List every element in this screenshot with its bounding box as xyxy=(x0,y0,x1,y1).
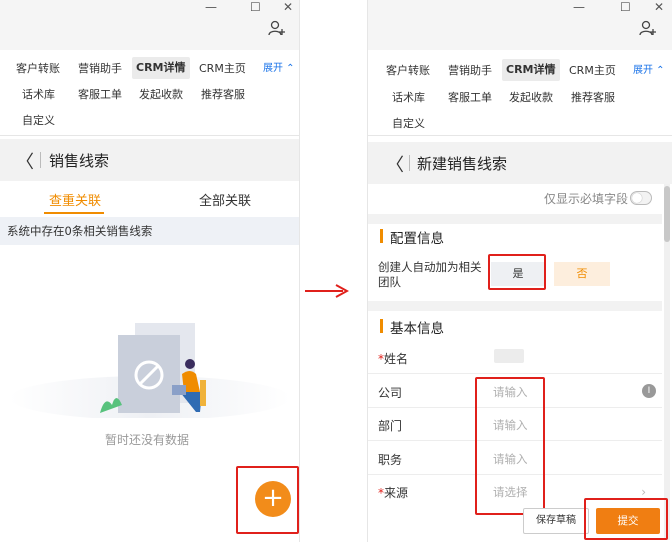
field-label-position: 职务 xyxy=(378,453,403,467)
tab-start-payment[interactable]: 发起收款 xyxy=(505,87,557,109)
toggle-knob xyxy=(632,193,642,203)
close-button[interactable]: ✕ xyxy=(654,0,664,14)
page-header: 〈 新建销售线索 xyxy=(368,142,672,184)
config-section-title: 配置信息 xyxy=(380,227,444,247)
empty-state-text: 暂时还没有数据 xyxy=(105,433,190,447)
nav-tabs: 客户转账 营销助手 CRM详情 CRM主页 展开 ⌃ 话术库 客服工单 发起收款… xyxy=(368,50,672,136)
page-title: 新建销售线索 xyxy=(417,155,508,173)
highlight-box-yes xyxy=(488,254,546,290)
auto-add-team-label-line2: 团队 xyxy=(378,275,401,289)
tab-service-ticket[interactable]: 客服工单 xyxy=(74,84,126,106)
scrollbar-thumb[interactable] xyxy=(664,186,670,242)
page-title: 销售线索 xyxy=(49,152,110,170)
section-gap xyxy=(368,214,662,224)
tab-all-relations[interactable]: 全部关联 xyxy=(199,190,251,209)
tab-custom[interactable]: 自定义 xyxy=(388,113,429,135)
field-label-department: 部门 xyxy=(378,419,403,433)
tab-script-library[interactable]: 话术库 xyxy=(18,84,59,106)
tab-recommend-service[interactable]: 推荐客服 xyxy=(567,87,619,109)
minimize-button[interactable]: — xyxy=(205,0,217,14)
left-panel: — ☐ ✕ 客户转账 营销助手 CRM详情 CRM主页 展开 ⌃ 话术库 客服工… xyxy=(0,0,300,542)
tab-service-ticket[interactable]: 客服工单 xyxy=(444,87,496,109)
tab-crm-detail[interactable]: CRM详情 xyxy=(132,57,190,79)
tab-start-payment[interactable]: 发起收款 xyxy=(135,84,187,106)
required-only-row: 仅显示必填字段 xyxy=(368,184,662,214)
basic-section-title: 基本信息 xyxy=(380,317,444,337)
auto-add-team-label: 创建人自动加为相关 团队 xyxy=(378,260,482,290)
auto-add-team-label-line1: 创建人自动加为相关 xyxy=(378,260,482,274)
header-divider xyxy=(40,152,41,168)
save-draft-button[interactable]: 保存草稿 xyxy=(523,508,589,534)
tab-duplicate-check[interactable]: 查重关联 xyxy=(49,190,101,209)
tab-marketing-assistant[interactable]: 营销助手 xyxy=(74,58,126,80)
row-divider xyxy=(368,373,662,374)
field-label-name: *姓名 xyxy=(378,350,408,367)
transition-arrow-icon xyxy=(305,284,349,298)
empty-state-illustration xyxy=(10,323,290,418)
right-panel: — ☐ ✕ 客户转账 营销助手 CRM详情 CRM主页 展开 ⌃ 话术库 客服工… xyxy=(367,0,672,542)
back-button[interactable]: 〈 xyxy=(16,148,34,174)
field-label-company: 公司 xyxy=(378,386,403,400)
back-button[interactable]: 〈 xyxy=(386,151,404,177)
tab-script-library[interactable]: 话术库 xyxy=(388,87,429,109)
page-header: 〈 销售线索 xyxy=(0,139,299,181)
tab-customer-transfer[interactable]: 客户转账 xyxy=(12,58,64,80)
maximize-button[interactable]: ☐ xyxy=(250,0,261,14)
chevron-right-icon: › xyxy=(641,485,646,499)
window-titlebar: — ☐ ✕ xyxy=(368,0,672,50)
required-only-label: 仅显示必填字段 xyxy=(543,192,628,206)
info-bar: 系统中存在0条相关销售线索 xyxy=(0,217,299,245)
scrollbar[interactable] xyxy=(664,184,670,540)
relation-tabs: 查重关联 全部关联 xyxy=(0,182,299,216)
clear-icon[interactable]: I xyxy=(642,384,656,398)
expand-tabs-button[interactable]: 展开 ⌃ xyxy=(629,60,669,82)
minimize-button[interactable]: — xyxy=(573,0,585,14)
no-button[interactable]: 否 xyxy=(554,262,610,286)
field-label-name-text: 姓名 xyxy=(384,352,409,366)
close-button[interactable]: ✕ xyxy=(283,0,293,14)
add-user-icon[interactable] xyxy=(639,20,657,40)
maximize-button[interactable]: ☐ xyxy=(620,0,631,14)
tab-crm-home[interactable]: CRM主页 xyxy=(565,60,620,82)
tab-crm-home[interactable]: CRM主页 xyxy=(195,58,250,80)
expand-tabs-button[interactable]: 展开 ⌃ xyxy=(259,58,299,80)
tab-marketing-assistant[interactable]: 营销助手 xyxy=(444,60,496,82)
highlight-box-fab xyxy=(236,466,299,534)
name-input[interactable] xyxy=(494,349,524,363)
active-tab-underline xyxy=(44,212,104,214)
highlight-box-inputs xyxy=(475,377,545,515)
add-user-icon[interactable] xyxy=(268,20,286,40)
tab-customer-transfer[interactable]: 客户转账 xyxy=(382,60,434,82)
required-only-toggle[interactable] xyxy=(630,191,652,205)
tab-crm-detail[interactable]: CRM详情 xyxy=(502,59,560,81)
section-gap xyxy=(368,301,662,311)
nav-tabs: 客户转账 营销助手 CRM详情 CRM主页 展开 ⌃ 话术库 客服工单 发起收款… xyxy=(0,50,299,136)
header-divider xyxy=(409,155,410,171)
highlight-box-submit xyxy=(584,498,668,540)
field-label-source: *来源 xyxy=(378,484,408,501)
window-titlebar: — ☐ ✕ xyxy=(0,0,299,50)
tab-custom[interactable]: 自定义 xyxy=(18,110,59,132)
field-label-source-text: 来源 xyxy=(384,486,409,500)
tab-recommend-service[interactable]: 推荐客服 xyxy=(197,84,249,106)
